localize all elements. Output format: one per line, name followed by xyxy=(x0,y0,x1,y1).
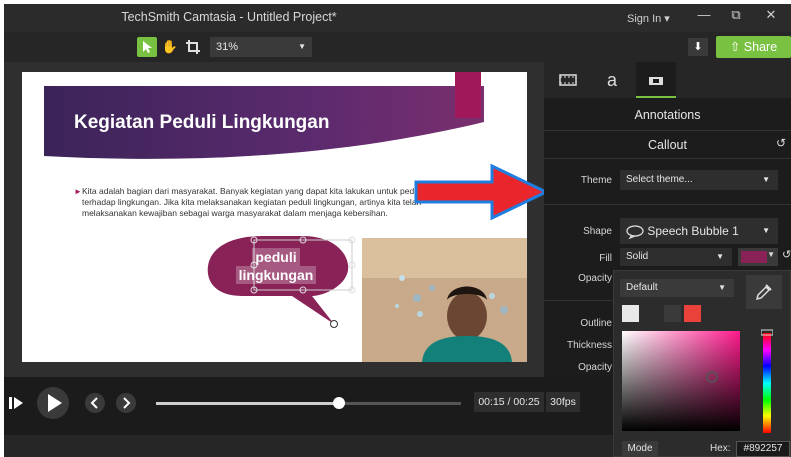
color-picker-popup: Default ▼ Mode Hex: #892257 xyxy=(613,270,791,457)
timecode: 00:15 / 00:25 xyxy=(474,392,544,412)
thickness-label: Thickness xyxy=(566,340,612,351)
preset-value: Default xyxy=(626,282,658,293)
chevron-down-icon: ▼ xyxy=(716,252,724,261)
share-button[interactable]: ⇧ Share xyxy=(716,36,791,58)
theme-value: Select theme... xyxy=(626,174,693,185)
crop-icon[interactable] xyxy=(183,37,203,57)
eyedropper-icon xyxy=(755,284,772,301)
scrubber-progress xyxy=(156,402,339,405)
zoom-select[interactable]: 31% ▼ xyxy=(210,37,312,57)
outline-label: Outline xyxy=(580,318,612,329)
sign-in-button[interactable]: Sign In ▾ xyxy=(627,12,670,25)
previous-icon[interactable] xyxy=(84,392,106,414)
swatch-dark[interactable] xyxy=(664,305,681,322)
download-button[interactable]: ⬇ xyxy=(688,38,708,56)
chevron-down-icon: ▼ xyxy=(718,283,726,292)
speech-bubble-icon xyxy=(626,225,644,240)
fill-color-swatch xyxy=(741,251,767,263)
divider xyxy=(544,158,791,159)
hex-label: Hex: xyxy=(710,443,731,454)
bullet-icon: ► xyxy=(74,187,82,196)
pointer-icon[interactable] xyxy=(137,37,157,57)
annotation-icon[interactable]: a xyxy=(592,62,632,98)
swatch-light[interactable] xyxy=(622,305,639,322)
close-button[interactable]: ✕ xyxy=(761,7,781,23)
bubble-line-1: peduli xyxy=(252,248,300,266)
panel-subheader: Callout xyxy=(648,138,687,152)
bubble-line-2: lingkungan xyxy=(235,266,317,284)
red-arrow-annotation xyxy=(414,163,550,221)
shape-value: Speech Bubble 1 xyxy=(647,224,739,238)
preset-select[interactable]: Default ▼ xyxy=(620,279,734,297)
restore-button[interactable]: ⧉ xyxy=(726,7,746,23)
hand-icon[interactable]: ✋ xyxy=(160,37,180,57)
reset-icon[interactable]: ↺ xyxy=(782,248,791,261)
minimize-button[interactable]: — xyxy=(694,7,714,22)
swatch-red[interactable] xyxy=(684,305,701,322)
chevron-down-icon: ▼ xyxy=(762,226,770,235)
opacity-label: Opacity xyxy=(578,273,612,284)
share-icon: ⇧ xyxy=(729,40,741,54)
shape-label: Shape xyxy=(583,226,612,237)
scrubber-handle[interactable] xyxy=(333,397,345,409)
accent-block xyxy=(455,72,481,118)
slide-body-text: Kita adalah bagian dari masyarakat. Bany… xyxy=(82,186,423,218)
fill-select[interactable]: Solid ▼ xyxy=(620,248,732,266)
fill-value: Solid xyxy=(626,251,649,262)
chevron-down-icon: ▼ xyxy=(767,250,775,259)
transition-icon[interactable] xyxy=(636,62,676,98)
hue-slider[interactable] xyxy=(761,329,773,433)
chevron-down-icon: ▼ xyxy=(762,175,770,184)
webcam-overlay[interactable] xyxy=(362,238,527,362)
theme-label: Theme xyxy=(580,175,612,186)
eyedropper-button[interactable] xyxy=(746,275,782,309)
toolbar: ✋ 31% ▼ ⬇ ⇧ Share xyxy=(4,32,791,62)
preview-canvas[interactable]: Kegiatan Peduli Lingkungan ► Kita adalah… xyxy=(4,62,550,377)
bubble-text[interactable]: peduli lingkungan xyxy=(226,248,326,284)
fill-label: Fill xyxy=(599,253,612,264)
theme-select[interactable]: Select theme... ▼ xyxy=(620,170,778,190)
divider xyxy=(544,204,791,205)
step-back-icon[interactable] xyxy=(6,393,26,413)
zoom-value: 31% xyxy=(216,41,239,53)
share-label: Share xyxy=(743,40,778,54)
fill-color-button[interactable]: ▼ xyxy=(738,248,778,266)
chevron-down-icon: ▼ xyxy=(298,42,306,51)
fps-select[interactable]: 30fps xyxy=(546,392,580,412)
next-icon[interactable] xyxy=(115,392,137,414)
reset-icon[interactable]: ↺ xyxy=(776,136,786,150)
camtasia-window: TechSmith Camtasia - Untitled Project* S… xyxy=(4,4,791,457)
divider xyxy=(544,130,791,131)
app-title: TechSmith Camtasia - Untitled Project* xyxy=(121,10,337,24)
media-icon[interactable] xyxy=(548,62,588,98)
slide-title: Kegiatan Peduli Lingkungan xyxy=(74,112,330,133)
hex-input[interactable]: #892257 xyxy=(736,441,790,457)
mode-button[interactable]: Mode xyxy=(622,441,658,457)
opacity2-label: Opacity xyxy=(578,362,612,373)
bottom-strip xyxy=(4,435,618,457)
panel-tabs: a xyxy=(544,62,791,98)
saturation-value-area[interactable] xyxy=(622,331,740,431)
scrubber-track[interactable] xyxy=(156,397,461,409)
title-bar: TechSmith Camtasia - Untitled Project* S… xyxy=(4,4,791,32)
play-icon[interactable] xyxy=(36,386,70,420)
shape-select[interactable]: Speech Bubble 1 ▼ xyxy=(620,218,778,244)
panel-header: Annotations xyxy=(634,108,701,122)
